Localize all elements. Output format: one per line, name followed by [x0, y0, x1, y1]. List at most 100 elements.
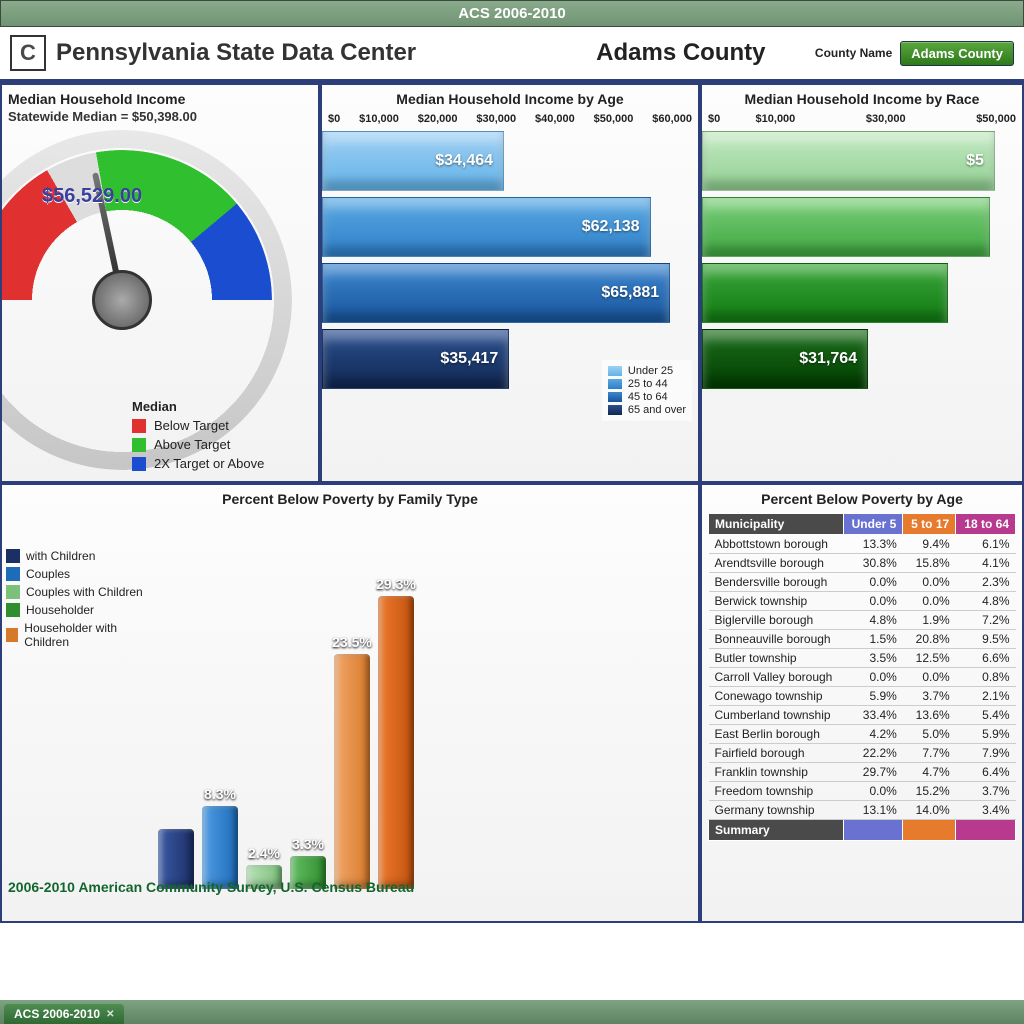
table-cell: Biglerville borough — [709, 611, 844, 630]
table-cell: Freedom township — [709, 782, 844, 801]
hbar — [702, 197, 990, 257]
table-header[interactable]: Municipality — [709, 514, 844, 535]
hbar-row: $62,138 — [322, 197, 692, 257]
table-cell: 33.4% — [843, 706, 903, 725]
hbar: $5 — [702, 131, 995, 191]
hbar-row: $65,881 — [322, 263, 692, 323]
table-cell: 13.1% — [843, 801, 903, 820]
table-cell: 0.0% — [843, 782, 903, 801]
table-cell: 5.4% — [956, 706, 1016, 725]
table-header[interactable]: Under 5 — [843, 514, 903, 535]
table-cell: 13.3% — [843, 535, 903, 554]
table-row[interactable]: Abbottstown borough13.3%9.4%6.1% — [709, 535, 1016, 554]
poverty-family-panel: Percent Below Poverty by Family Type wit… — [0, 483, 700, 923]
table-row[interactable]: Carroll Valley borough0.0%0.0%0.8% — [709, 668, 1016, 687]
table-cell: 0.8% — [956, 668, 1016, 687]
income-race-title: Median Household Income by Race — [702, 85, 1022, 109]
table-cell: Bonneauville borough — [709, 630, 844, 649]
legend-label: Householder — [26, 603, 94, 617]
gauge-title: Median Household Income — [2, 85, 318, 109]
legend-label: 25 to 44 — [628, 378, 668, 390]
table-cell: 4.8% — [843, 611, 903, 630]
legend-label: 65 and over — [628, 404, 686, 416]
close-icon[interactable]: ✕ — [106, 1009, 114, 1020]
table-header[interactable]: 18 to 64 — [956, 514, 1016, 535]
table-row[interactable]: Bendersville borough0.0%0.0%2.3% — [709, 573, 1016, 592]
income-race-bars: $5 $31,764 — [702, 125, 1022, 401]
table-cell: 4.1% — [956, 554, 1016, 573]
gauge-legend-title: Median — [132, 399, 312, 414]
table-row[interactable]: Freedom township0.0%15.2%3.7% — [709, 782, 1016, 801]
table-row[interactable]: Fairfield borough22.2%7.7%7.9% — [709, 744, 1016, 763]
table-cell: 6.1% — [956, 535, 1016, 554]
table-row[interactable]: Cumberland township33.4%13.6%5.4% — [709, 706, 1016, 725]
tab-acs[interactable]: ACS 2006-2010 ✕ — [4, 1004, 124, 1024]
bar-label: 3.3% — [292, 836, 324, 852]
table-row[interactable]: Biglerville borough4.8%1.9%7.2% — [709, 611, 1016, 630]
table-cell: 4.7% — [903, 763, 956, 782]
gauge-chart: $56,529.00 — [2, 130, 312, 380]
poverty-age-table: MunicipalityUnder 55 to 1718 to 64 Abbot… — [708, 513, 1016, 841]
brand-title: Pennsylvania State Data Center — [56, 39, 416, 67]
table-row[interactable]: Arendtsville borough30.8%15.8%4.1% — [709, 554, 1016, 573]
legend-item: Householder with Children — [6, 621, 148, 649]
table-row[interactable]: Berwick township0.0%0.0%4.8% — [709, 592, 1016, 611]
legend-item: Above Target — [132, 437, 312, 452]
table-row[interactable]: Germany township13.1%14.0%3.4% — [709, 801, 1016, 820]
hbar: $65,881 — [322, 263, 670, 323]
vbar: 23.5% — [334, 654, 370, 889]
hbar-row: $5 — [702, 131, 1016, 191]
poverty-family-title: Percent Below Poverty by Family Type — [2, 485, 698, 509]
table-cell: 13.6% — [903, 706, 956, 725]
gauge-subtitle: Statewide Median = $50,398.00 — [2, 109, 318, 124]
poverty-age-panel: Percent Below Poverty by Age Municipalit… — [700, 483, 1024, 923]
legend-item: Under 25 — [608, 365, 686, 377]
table-cell: 3.5% — [843, 649, 903, 668]
table-row[interactable]: Bonneauville borough1.5%20.8%9.5% — [709, 630, 1016, 649]
table-cell: 7.9% — [956, 744, 1016, 763]
table-cell: 6.4% — [956, 763, 1016, 782]
legend-label: Couples — [26, 567, 70, 581]
table-row[interactable]: East Berlin borough4.2%5.0%5.9% — [709, 725, 1016, 744]
bar-label: 29.3% — [376, 576, 416, 592]
window-title: ACS 2006-2010 — [0, 0, 1024, 27]
table-cell: 20.8% — [903, 630, 956, 649]
gauge-panel: Median Household Income Statewide Median… — [0, 83, 320, 483]
swatch-icon — [132, 419, 146, 433]
table-cell: 4.2% — [843, 725, 903, 744]
hbar: $34,464 — [322, 131, 504, 191]
page-title: Adams County — [596, 39, 765, 67]
table-row[interactable]: Conewago township5.9%3.7%2.1% — [709, 687, 1016, 706]
table-row[interactable]: Butler township3.5%12.5%6.6% — [709, 649, 1016, 668]
table-cell: 0.0% — [903, 592, 956, 611]
hbar: $35,417 — [322, 329, 509, 389]
swatch-icon — [6, 603, 20, 617]
table-cell: Cumberland township — [709, 706, 844, 725]
table-cell: 15.8% — [903, 554, 956, 573]
swatch-icon — [132, 438, 146, 452]
tab-label: ACS 2006-2010 — [14, 1007, 100, 1021]
swatch-icon — [6, 549, 20, 563]
table-cell: 2.1% — [956, 687, 1016, 706]
legend-label: Above Target — [154, 437, 230, 452]
legend-item: with Children — [6, 549, 148, 563]
legend-item: 45 to 64 — [608, 391, 686, 403]
poverty-family-legend: with ChildrenCouplesCouples with Childre… — [2, 509, 152, 923]
legend-item: Couples — [6, 567, 148, 581]
hbar-row: $31,764 — [702, 329, 1016, 389]
table-cell: 1.5% — [843, 630, 903, 649]
tab-bar: ACS 2006-2010 ✕ — [0, 1000, 1024, 1024]
swatch-icon — [132, 457, 146, 471]
table-row[interactable]: Franklin township29.7%4.7%6.4% — [709, 763, 1016, 782]
table-cell: 0.0% — [843, 573, 903, 592]
table-cell: 30.8% — [843, 554, 903, 573]
gauge-legend: Median Below TargetAbove Target2X Target… — [132, 399, 312, 475]
county-selector[interactable]: Adams County — [900, 41, 1014, 66]
legend-item: Below Target — [132, 418, 312, 433]
table-cell: Conewago township — [709, 687, 844, 706]
table-cell: 12.5% — [903, 649, 956, 668]
table-header[interactable]: 5 to 17 — [903, 514, 956, 535]
hbar-row: $34,464 — [322, 131, 692, 191]
legend-label: Below Target — [154, 418, 229, 433]
vbar: 29.3% — [378, 596, 414, 889]
